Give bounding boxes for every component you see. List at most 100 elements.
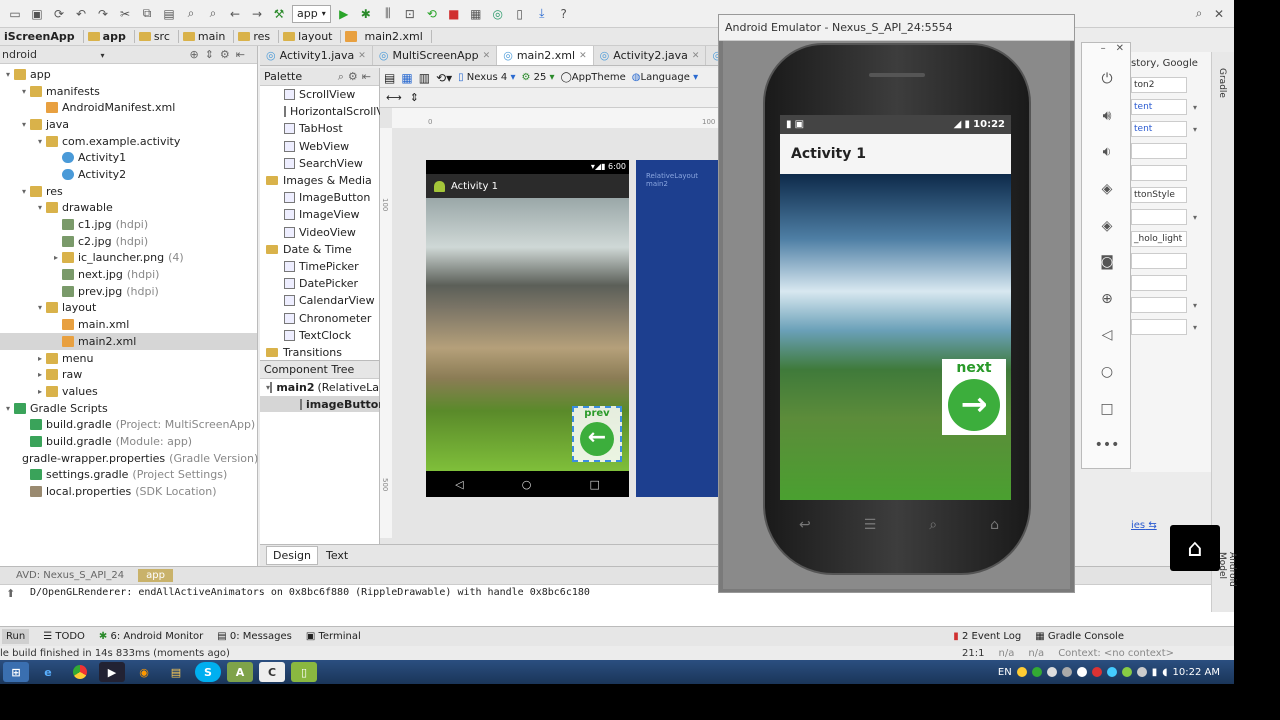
camera-icon[interactable]: ◙ [1082, 244, 1132, 281]
palette-item[interactable]: ImageView [260, 206, 379, 223]
collapse-all-icon[interactable]: ⇕ [205, 48, 220, 61]
editor-tab[interactable]: ◎ Activity2.java ✕ [594, 46, 707, 65]
emulator-taskbar-icon[interactable]: ▯ [291, 662, 317, 682]
tree-item[interactable]: build.gradle (Project: MultiScreenApp) [0, 416, 257, 433]
android-model-tool-tab[interactable]: Android Model [1217, 552, 1237, 612]
property-field[interactable] [1131, 209, 1187, 225]
back-icon[interactable]: ← [226, 5, 244, 23]
tool-gradle-console[interactable]: ▦ Gradle Console [1035, 631, 1234, 642]
breadcrumb-item[interactable]: main2.xml [341, 30, 432, 43]
firefox-icon[interactable]: ◉ [131, 662, 157, 682]
home-icon[interactable]: ○ [1082, 354, 1132, 391]
media-player-icon[interactable]: ▶ [99, 662, 125, 682]
make-project-icon[interactable]: ⚒ [270, 5, 288, 23]
tree-item[interactable]: settings.gradle (Project Settings) [0, 467, 257, 484]
property-field[interactable] [1131, 253, 1187, 269]
orientation-icon[interactable]: ⟲▾ [436, 71, 452, 85]
paste-icon[interactable]: ▤ [160, 5, 178, 23]
language-select[interactable]: ◍Language ▾ [632, 72, 698, 83]
editor-tab[interactable]: ◎ main2.xml ✕ [497, 46, 594, 65]
explorer-icon[interactable]: ▤ [163, 662, 189, 682]
save-icon[interactable]: ▣ [28, 5, 46, 23]
hide-panel-icon[interactable]: ⇤ [362, 70, 375, 83]
gear-icon[interactable]: ⚙ [348, 70, 362, 83]
sync-icon[interactable]: ⟳ [50, 5, 68, 23]
rotate-right-icon[interactable]: ◈ [1082, 207, 1132, 244]
tree-item[interactable]: c1.jpg (hdpi) [0, 216, 257, 233]
close-icon[interactable]: ✕ [1210, 5, 1228, 23]
palette-group[interactable]: Transitions [260, 344, 379, 361]
property-field[interactable] [1131, 319, 1187, 335]
breadcrumb-item[interactable]: app [84, 30, 135, 43]
profile-icon[interactable]: ⫼ [379, 5, 397, 23]
taskbar-clock[interactable]: 10:22 AM [1173, 667, 1220, 678]
breadcrumb-item[interactable]: src [135, 30, 179, 43]
component-tree-child[interactable]: imageButton [260, 395, 386, 413]
tree-item[interactable]: c2.jpg (hdpi) [0, 233, 257, 250]
camtasia-icon[interactable]: C [259, 662, 285, 682]
volume-icon[interactable]: ◖ [1162, 667, 1167, 678]
replace-icon[interactable]: ⌕ [204, 5, 222, 23]
menu-key-icon[interactable]: ☰ [864, 517, 877, 533]
expand-vertical-icon[interactable]: ⇕ [410, 91, 419, 104]
back-icon[interactable]: ◁ [1082, 317, 1132, 354]
minimize-icon[interactable]: – [1101, 43, 1106, 61]
tree-item[interactable]: ▸ values [0, 383, 257, 400]
tray-app-icon[interactable] [1106, 667, 1117, 677]
skype-icon[interactable]: S [195, 662, 221, 682]
blueprint-preview[interactable]: RelativeLayout main2 [636, 160, 720, 497]
tray-app-icon[interactable] [1061, 667, 1072, 677]
expand-horizontal-icon[interactable]: ⟷ [386, 91, 402, 104]
language-indicator[interactable]: EN [998, 667, 1012, 678]
caret-position[interactable]: 21:1 [962, 648, 984, 659]
design-view-icon[interactable]: ▤ [384, 71, 395, 85]
expand-arrow-icon[interactable]: ▾ [18, 120, 30, 129]
debug-icon[interactable]: ✱ [357, 5, 375, 23]
palette-item[interactable]: SearchView [260, 155, 379, 172]
tree-item[interactable]: local.properties (SDK Location) [0, 483, 257, 500]
find-icon[interactable]: ⌕ [182, 5, 200, 23]
palette-item[interactable]: ScrollView [260, 86, 379, 103]
palette-item[interactable]: TabHost [260, 120, 379, 137]
expand-arrow-icon[interactable]: ▸ [34, 370, 46, 379]
network-icon[interactable]: ▮ [1152, 667, 1158, 678]
tree-item[interactable]: ▸ raw [0, 366, 257, 383]
undo-icon[interactable]: ↶ [72, 5, 90, 23]
expand-arrow-icon[interactable]: ▾ [2, 404, 14, 413]
breadcrumb-item[interactable]: layout [279, 30, 342, 43]
expand-arrow-icon[interactable]: ▾ [34, 303, 46, 312]
prev-image-button[interactable]: prev ← [572, 406, 622, 462]
android-studio-taskbar-icon[interactable]: A [227, 662, 253, 682]
hide-panel-icon[interactable]: ⇤ [236, 48, 251, 61]
tree-item[interactable]: ▾ layout [0, 300, 257, 317]
component-tree-root[interactable]: ▾ main2 (RelativeLa [260, 379, 379, 396]
close-tab-icon[interactable]: ✕ [579, 51, 587, 61]
close-tab-icon[interactable]: ✕ [692, 51, 700, 61]
palette-group[interactable]: Images & Media [260, 172, 379, 189]
chevron-down-icon[interactable]: ▾ [1193, 323, 1197, 332]
device-monitor-icon[interactable]: ▦ [467, 5, 485, 23]
tree-item[interactable]: ▾ com.example.activity [0, 133, 257, 150]
line-separator[interactable]: n/a [999, 648, 1015, 659]
tool-android-monitor[interactable]: ✱ 6: Android Monitor [99, 631, 203, 642]
tree-item[interactable]: ▾ drawable [0, 200, 257, 217]
tray-app-icon[interactable] [1076, 667, 1087, 677]
start-button[interactable]: ⊞ [3, 662, 29, 682]
open-folder-icon[interactable]: ▭ [6, 5, 24, 23]
properties-link[interactable]: ies ⇆ [1131, 520, 1171, 531]
property-field[interactable] [1131, 143, 1187, 159]
tab-text[interactable]: Text [320, 547, 354, 564]
tray-app-icon[interactable] [1121, 667, 1132, 677]
chevron-down-icon[interactable]: ▾ [1193, 301, 1197, 310]
palette-item[interactable]: TimePicker [260, 258, 379, 275]
encoding[interactable]: n/a [1028, 648, 1044, 659]
property-field[interactable]: ttonStyle [1131, 187, 1187, 203]
tree-item[interactable]: ▸ menu [0, 350, 257, 367]
ie-icon[interactable]: e [35, 662, 61, 682]
tree-item[interactable]: ▾ manifests [0, 83, 257, 100]
expand-arrow-icon[interactable]: ▾ [18, 187, 30, 196]
tray-app-icon[interactable] [1046, 667, 1057, 677]
tree-item[interactable]: Activity2 [0, 166, 257, 183]
avd-manager-icon[interactable]: ▯ [511, 5, 529, 23]
tray-app-icon[interactable] [1016, 667, 1027, 677]
